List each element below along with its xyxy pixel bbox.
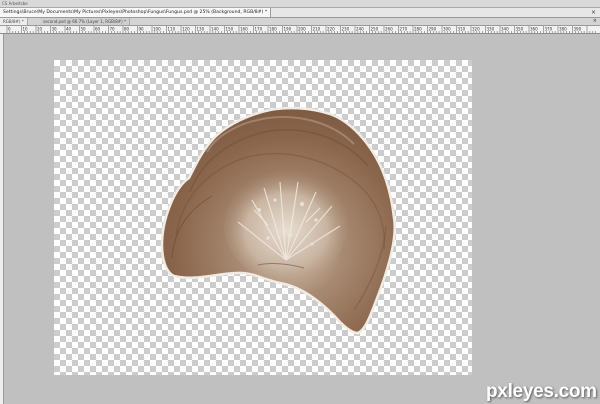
- ruler-label: 310: [458, 27, 466, 32]
- ruler-label: 270: [400, 27, 408, 32]
- ruler-label: 120: [182, 27, 190, 32]
- ruler-label: 320: [472, 27, 480, 32]
- ruler-label: 100: [153, 27, 161, 32]
- ruler-label: 200: [298, 27, 306, 32]
- vertical-ruler: [0, 34, 4, 404]
- ruler-label: 70: [110, 27, 116, 32]
- ruler-label: 370: [545, 27, 553, 32]
- document-tab-bar: Settings\Bruce\My Documents\My Pictures\…: [0, 8, 600, 18]
- top-toolbar-strip: CS Arbeitsbe: [0, 0, 600, 8]
- ruler-label: 260: [385, 27, 393, 32]
- tab-second-document[interactable]: second.psd @ 66.7% (Layer 1, RGB/8#) *: [40, 18, 130, 25]
- ruler-label: 30: [52, 27, 58, 32]
- ruler-label: 380: [559, 27, 567, 32]
- document-tab-active[interactable]: Settings\Bruce\My Documents\My Pictures\…: [0, 8, 272, 17]
- ruler-label: 0: [8, 27, 11, 32]
- ruler-label: 210: [313, 27, 321, 32]
- ruler-label: 60: [95, 27, 101, 32]
- horizontal-ruler: 0 10 20 30 40 50 60 70 80 90 100 110 120 130 140 150 160…: [0, 26, 600, 34]
- ruler-label: 40: [66, 27, 72, 32]
- ruler-label: 50: [81, 27, 87, 32]
- ruler-label: 280: [414, 27, 422, 32]
- ruler-label: 350: [516, 27, 524, 32]
- ruler-label: 110: [168, 27, 176, 32]
- ruler-ticks: 0 10 20 30 40 50 60 70 80 90 100 110 120 130 140 150 160…: [6, 26, 596, 33]
- workspace-label[interactable]: CS Arbeitsbe: [2, 0, 28, 7]
- ruler-label: 20: [37, 27, 43, 32]
- ruler-label: 250: [371, 27, 379, 32]
- fungus-image: [160, 106, 396, 335]
- ruler-label: 170: [255, 27, 263, 32]
- ruler-label: 230: [342, 27, 350, 32]
- ruler-label: 80: [124, 27, 130, 32]
- ruler-label: 130: [197, 27, 205, 32]
- ruler-label: 390: [574, 27, 582, 32]
- ruler-label: 240: [356, 27, 364, 32]
- close-icon[interactable]: ×: [590, 9, 597, 16]
- ruler-label: 330: [487, 27, 495, 32]
- ruler-label: 140: [211, 27, 219, 32]
- ruler-label: 190: [284, 27, 292, 32]
- tab-rgb[interactable]: RGB/8#) *: [0, 18, 28, 25]
- secondary-tab-bar: RGB/8#) * second.psd @ 66.7% (Layer 1, R…: [0, 18, 600, 26]
- ruler-label: 90: [139, 27, 145, 32]
- ruler-label: 300: [443, 27, 451, 32]
- ruler-label: 290: [429, 27, 437, 32]
- ruler-label: 160: [240, 27, 248, 32]
- ruler-label: 220: [327, 27, 335, 32]
- ruler-label: 180: [269, 27, 277, 32]
- ruler-label: 10: [23, 27, 29, 32]
- document-canvas[interactable]: [54, 60, 472, 375]
- ruler-label: 360: [530, 27, 538, 32]
- close-icon[interactable]: ×: [593, 18, 597, 25]
- watermark-logo: pxleyes.com: [486, 381, 597, 402]
- ruler-label: 340: [501, 27, 509, 32]
- ruler-label: 150: [226, 27, 234, 32]
